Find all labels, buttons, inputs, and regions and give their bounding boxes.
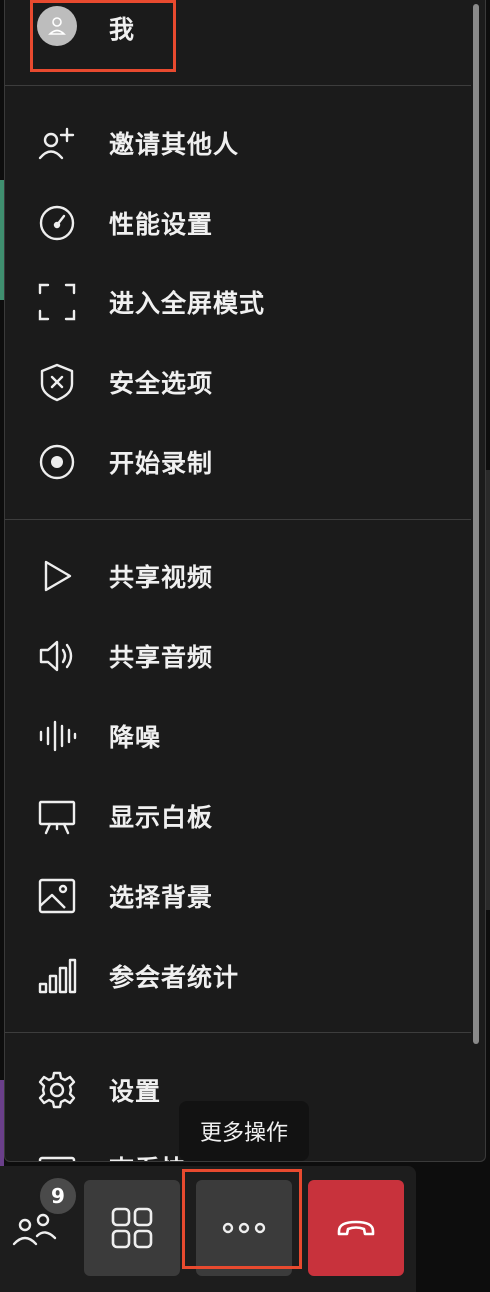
speaker-icon bbox=[37, 636, 77, 676]
menu-item-label: 降噪 bbox=[109, 723, 162, 752]
person-icon bbox=[48, 17, 66, 35]
menu-item-security[interactable]: 安全选项 bbox=[5, 352, 471, 412]
background-tile-right bbox=[486, 470, 490, 910]
menu-item-me[interactable]: 我 bbox=[5, 0, 471, 58]
grid-view-button[interactable] bbox=[84, 1180, 180, 1276]
bar-chart-icon bbox=[37, 956, 77, 996]
image-icon bbox=[37, 876, 77, 916]
participants-count-badge: 9 bbox=[38, 1176, 78, 1216]
menu-item-share-audio[interactable]: 共享音频 bbox=[5, 626, 471, 686]
shield-x-icon bbox=[37, 362, 77, 402]
menu-item-noise-reduction[interactable]: 降噪 bbox=[5, 706, 471, 766]
play-icon bbox=[37, 556, 77, 596]
fullscreen-icon bbox=[37, 282, 77, 322]
menu-item-label: 共享音频 bbox=[109, 643, 214, 672]
tooltip-text: 更多操作 bbox=[199, 1121, 288, 1146]
hang-up-icon bbox=[337, 1220, 375, 1236]
grid-view-icon bbox=[111, 1207, 153, 1249]
menu-item-invite[interactable]: 邀请其他人 bbox=[5, 113, 471, 173]
menu-item-participant-stats[interactable]: 参会者统计 bbox=[5, 946, 471, 1006]
divider bbox=[5, 1032, 471, 1033]
menu-item-share-video[interactable]: 共享视频 bbox=[5, 546, 471, 606]
divider bbox=[5, 85, 471, 86]
more-actions-tooltip: 更多操作 bbox=[179, 1101, 309, 1161]
record-icon bbox=[37, 442, 77, 482]
menu-item-label: 安全选项 bbox=[109, 369, 214, 398]
menu-item-label: 邀请其他人 bbox=[109, 130, 240, 159]
more-actions-button[interactable] bbox=[196, 1180, 292, 1276]
gear-icon bbox=[37, 1070, 77, 1110]
menu-item-whiteboard[interactable]: 显示白板 bbox=[5, 786, 471, 846]
menu-item-performance[interactable]: 性能设置 bbox=[5, 193, 471, 253]
menu-item-label: 开始录制 bbox=[109, 449, 214, 478]
menu-item-label: 设置 bbox=[109, 1077, 162, 1106]
menu-item-label: 选择背景 bbox=[109, 883, 214, 912]
avatar bbox=[37, 6, 77, 46]
whiteboard-icon bbox=[37, 796, 77, 836]
menu-scrollbar[interactable] bbox=[473, 4, 479, 1044]
menu-item-label: 性能设置 bbox=[109, 210, 214, 239]
add-person-icon bbox=[37, 123, 77, 163]
menu-item-background[interactable]: 选择背景 bbox=[5, 866, 471, 926]
waveform-icon bbox=[37, 716, 77, 756]
keyboard-icon bbox=[37, 1148, 77, 1161]
menu-item-label: 我 bbox=[109, 15, 136, 44]
more-actions-menu: 我 邀请其他人 性能设置 进入全屏模式 安全选项 开始录制 共享视频 共享音频 … bbox=[4, 0, 486, 1162]
menu-item-label: 共享视频 bbox=[109, 563, 214, 592]
more-dots-icon bbox=[222, 1222, 266, 1234]
hang-up-button[interactable] bbox=[308, 1180, 404, 1276]
menu-item-fullscreen[interactable]: 进入全屏模式 bbox=[5, 272, 471, 332]
divider bbox=[5, 519, 471, 520]
menu-item-label: 进入全屏模式 bbox=[109, 289, 266, 318]
menu-item-label: 参会者统计 bbox=[109, 963, 240, 992]
menu-item-label: 显示白板 bbox=[109, 803, 214, 832]
menu-item-record[interactable]: 开始录制 bbox=[5, 432, 471, 492]
gauge-icon bbox=[37, 203, 77, 243]
